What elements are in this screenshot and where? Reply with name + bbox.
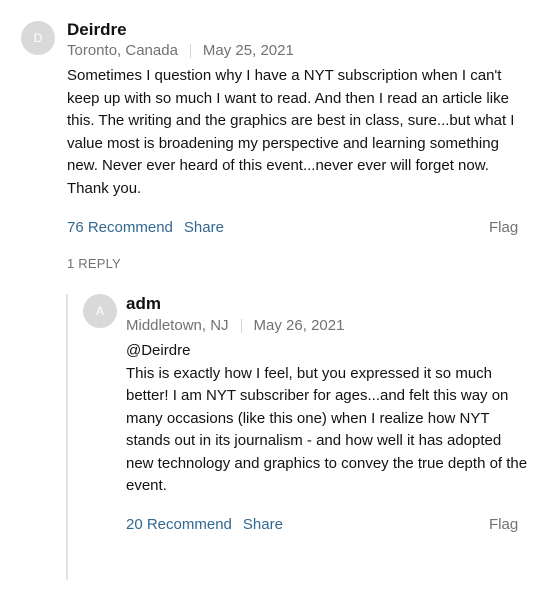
reply-recommend-button[interactable]: 20 Recommend: [126, 516, 232, 533]
comment-location: Toronto, Canada: [67, 42, 178, 59]
reply-share-button[interactable]: Share: [243, 516, 283, 533]
reply-meta: Middletown, NJ May 26, 2021: [126, 317, 344, 334]
share-button[interactable]: Share: [184, 219, 224, 236]
comment-date: May 25, 2021: [202, 42, 294, 59]
comment-body: Sometimes I question why I have a NYT su…: [67, 65, 527, 200]
reply-flag-button[interactable]: Flag: [489, 516, 518, 533]
replies-toggle[interactable]: 1 REPLY: [67, 256, 121, 271]
reply-mention: @Deirdre: [126, 342, 191, 359]
avatar: D: [21, 21, 55, 55]
flag-button[interactable]: Flag: [489, 219, 518, 236]
comment-text: Sometimes I question why I have a NYT su…: [67, 67, 515, 197]
reply-avatar: A: [83, 294, 117, 328]
reply-avatar-initial: A: [95, 304, 104, 318]
reply-author: adm: [126, 294, 161, 313]
meta-divider: [189, 43, 191, 58]
comment-author: Deirdre: [67, 20, 127, 39]
recommend-button[interactable]: 76 Recommend: [67, 219, 173, 236]
thread-line: [66, 294, 68, 580]
reply-date: May 26, 2021: [253, 317, 345, 334]
reply-body: @Deirdre This is exactly how I feel, but…: [126, 340, 531, 498]
reply-location: Middletown, NJ: [126, 317, 229, 334]
reply-actions: 20 Recommend Share: [126, 516, 283, 533]
avatar-initial: D: [33, 31, 43, 45]
comment-meta: Toronto, Canada May 25, 2021: [67, 42, 294, 59]
meta-divider: [240, 318, 242, 333]
reply-text: This is exactly how I feel, but you expr…: [126, 364, 528, 495]
comment-actions: 76 Recommend Share: [67, 219, 224, 236]
